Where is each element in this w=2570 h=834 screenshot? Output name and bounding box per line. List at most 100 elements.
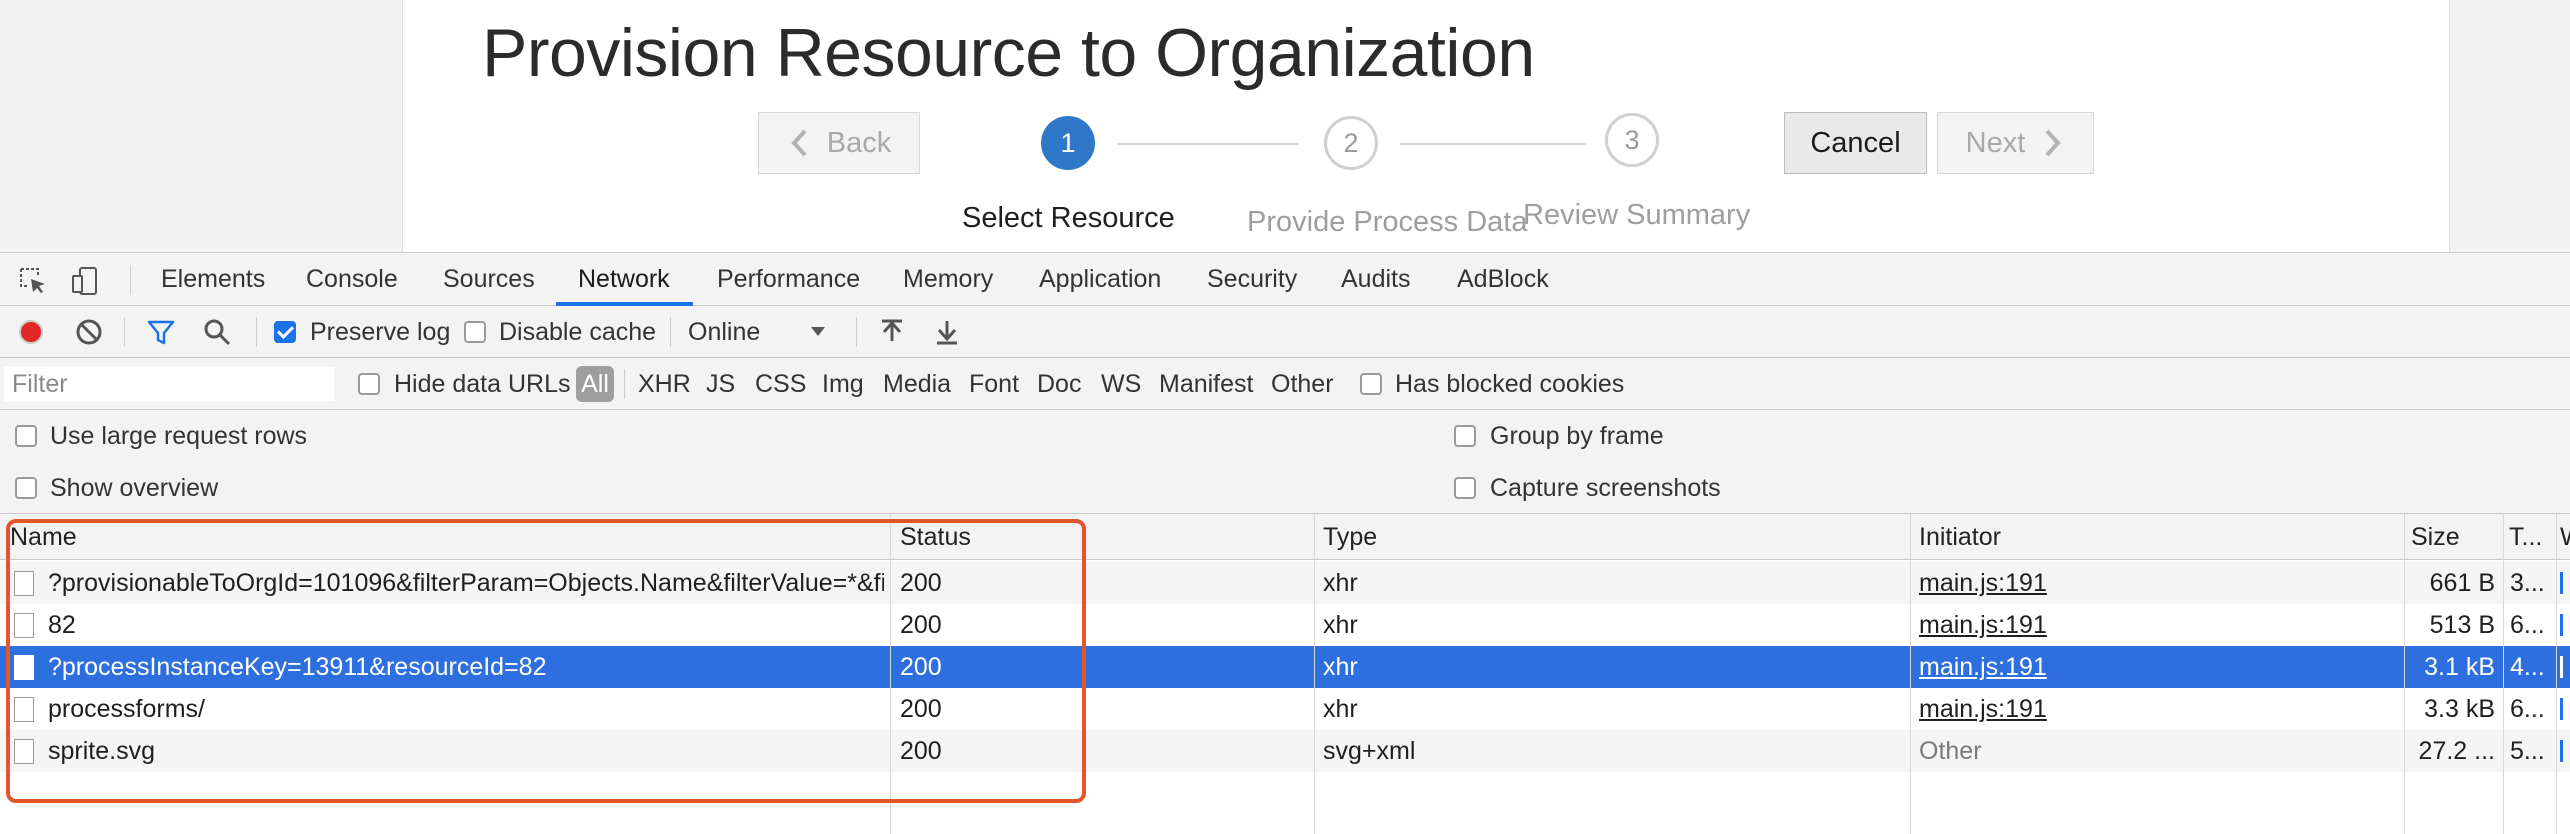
tab-elements[interactable]: Elements (161, 253, 265, 305)
step-1-label: Select Resource (962, 202, 1175, 234)
cell-size: 661 B (2429, 568, 2495, 597)
tab-application[interactable]: Application (1039, 253, 1161, 305)
step-3-indicator[interactable]: 3 (1605, 113, 1659, 167)
preserve-log-checkbox[interactable] (274, 321, 296, 343)
hide-data-urls-checkbox[interactable] (358, 373, 380, 395)
disable-cache-label: Disable cache (499, 318, 657, 346)
cell-initiator[interactable]: main.js:191 (1919, 646, 2389, 688)
chevron-left-icon (791, 129, 807, 157)
capture-screenshots-label: Capture screenshots (1490, 474, 1721, 502)
cell-time: 3... (2510, 568, 2545, 597)
network-filter-bar: Hide data URLs All XHR JS CSS Img Media … (0, 358, 2570, 410)
cell-waterfall (2560, 730, 2570, 772)
tab-sources[interactable]: Sources (443, 253, 535, 305)
show-overview-label: Show overview (50, 474, 219, 502)
divider (856, 317, 857, 347)
cell-time: 4... (2510, 652, 2545, 681)
group-by-frame-label: Group by frame (1490, 422, 1664, 450)
tab-console[interactable]: Console (306, 253, 398, 305)
column-header-name[interactable]: Name (10, 514, 880, 560)
waterfall-bar (2560, 572, 2563, 594)
column-divider[interactable] (2404, 514, 2405, 834)
throttling-select[interactable]: Online (688, 318, 760, 347)
chevron-right-icon (2045, 129, 2062, 157)
has-blocked-cookies-checkbox[interactable] (1360, 373, 1382, 395)
column-divider[interactable] (2556, 514, 2557, 834)
device-toolbar-icon[interactable] (70, 266, 100, 296)
file-icon (14, 571, 34, 596)
tab-network[interactable]: Network (578, 253, 670, 305)
next-button[interactable]: Next (1937, 112, 2094, 174)
step-connector (1117, 143, 1299, 145)
export-har-icon[interactable] (932, 317, 962, 347)
type-filter-img[interactable]: Img (822, 366, 864, 402)
cell-type: xhr (1323, 568, 1358, 597)
column-header-size[interactable]: Size (2411, 514, 2499, 560)
web-page-area: Provision Resource to Organization Back … (0, 0, 2570, 252)
back-button[interactable]: Back (758, 112, 920, 174)
type-filter-ws[interactable]: WS (1101, 366, 1141, 402)
table-row[interactable]: sprite.svg 200 svg+xml Other 27.2 ... 5... (0, 730, 2570, 772)
cell-waterfall (2560, 688, 2570, 730)
type-filter-doc[interactable]: Doc (1037, 366, 1081, 402)
waterfall-bar (2560, 614, 2563, 636)
import-har-icon[interactable] (877, 317, 907, 347)
column-divider[interactable] (1910, 514, 1911, 834)
clear-icon[interactable] (74, 317, 104, 347)
column-divider[interactable] (1314, 514, 1315, 834)
type-filter-font[interactable]: Font (969, 366, 1019, 402)
cell-waterfall (2560, 604, 2570, 646)
column-header-waterfall[interactable]: W (2560, 514, 2570, 560)
step-2-indicator[interactable]: 2 (1324, 116, 1378, 170)
show-overview-checkbox[interactable] (15, 477, 37, 499)
tab-adblock[interactable]: AdBlock (1457, 253, 1549, 305)
type-filter-css[interactable]: CSS (755, 366, 806, 402)
tab-audits[interactable]: Audits (1341, 253, 1410, 305)
column-header-type[interactable]: Type (1323, 514, 1903, 560)
divider (130, 265, 131, 295)
page-title: Provision Resource to Organization (482, 15, 1535, 91)
table-row[interactable]: 82 200 xhr main.js:191 513 B 6... (0, 604, 2570, 646)
column-header-initiator[interactable]: Initiator (1919, 514, 2399, 560)
type-filter-xhr[interactable]: XHR (638, 366, 691, 402)
group-by-frame-checkbox[interactable] (1454, 425, 1476, 447)
table-row[interactable]: ?provisionableToOrgId=101096&filterParam… (0, 562, 2570, 604)
inspect-element-icon[interactable] (18, 266, 48, 296)
cell-name: ?processInstanceKey=13911&resourceId=82 (48, 652, 547, 681)
large-rows-checkbox[interactable] (15, 425, 37, 447)
file-icon (14, 697, 34, 722)
cell-waterfall (2560, 646, 2570, 688)
column-header-status[interactable]: Status (900, 514, 1310, 560)
tab-performance[interactable]: Performance (717, 253, 860, 305)
type-filter-media[interactable]: Media (883, 366, 951, 402)
step-1-indicator[interactable]: 1 (1041, 116, 1095, 170)
filter-input[interactable] (4, 367, 334, 401)
type-filter-manifest[interactable]: Manifest (1159, 366, 1253, 402)
column-header-time[interactable]: T... (2509, 514, 2553, 560)
network-request-table: Name Status Type Initiator Size T... W ?… (0, 514, 2570, 834)
table-row[interactable]: ?processInstanceKey=13911&resourceId=82 2… (0, 646, 2570, 688)
record-icon[interactable] (16, 317, 46, 347)
type-filter-js[interactable]: JS (706, 366, 735, 402)
chevron-down-icon[interactable] (808, 319, 828, 343)
column-divider[interactable] (890, 514, 891, 834)
tab-memory[interactable]: Memory (903, 253, 993, 305)
table-row[interactable]: processforms/200 xhr main.js:191 3.3 kB 6... (0, 688, 2570, 730)
column-divider[interactable] (2503, 514, 2504, 834)
preserve-log-label: Preserve log (310, 318, 451, 346)
type-filter-other[interactable]: Other (1271, 366, 1334, 402)
disable-cache-checkbox[interactable] (464, 321, 486, 343)
cell-initiator[interactable]: main.js:191 (1919, 604, 2389, 646)
hide-data-urls-label: Hide data URLs (394, 370, 571, 398)
file-icon (14, 613, 34, 638)
cell-initiator[interactable]: main.js:191 (1919, 562, 2389, 604)
tab-security[interactable]: Security (1207, 253, 1297, 305)
search-icon[interactable] (202, 317, 232, 347)
cell-initiator[interactable]: main.js:191 (1919, 688, 2389, 730)
filter-icon[interactable] (146, 317, 176, 347)
type-filter-all[interactable]: All (576, 366, 614, 402)
cancel-button[interactable]: Cancel (1784, 112, 1927, 174)
capture-screenshots-checkbox[interactable] (1454, 477, 1476, 499)
cell-name: sprite.svg (48, 736, 155, 765)
cell-name: 82 (48, 610, 76, 639)
